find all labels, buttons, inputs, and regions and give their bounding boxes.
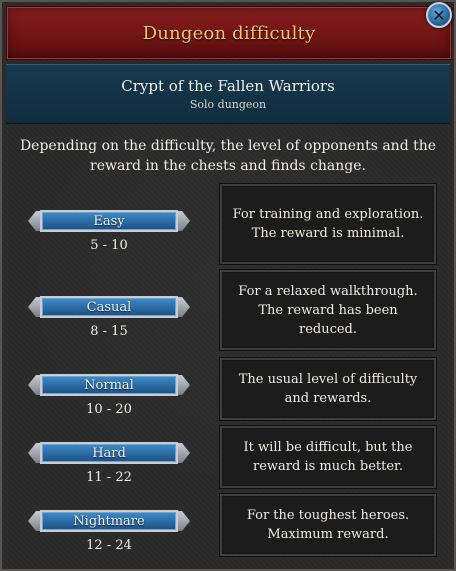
dungeon-difficulty-window: Dungeon difficulty ✕ Crypt of the Fallen…: [0, 0, 456, 571]
dungeon-header: Crypt of the Fallen Warriors Solo dungeo…: [6, 64, 450, 124]
difficulty-button-easy[interactable]: Easy: [28, 208, 190, 234]
difficulty-button-hard[interactable]: Hard: [28, 440, 190, 466]
level-range: 12 - 24: [86, 538, 132, 553]
difficulty-info-box: For training and exploration. The reward…: [220, 184, 436, 264]
difficulty-info-box: For the toughest heroes. Maximum reward.: [220, 494, 436, 556]
difficulty-button-label: Normal: [40, 374, 178, 396]
close-button[interactable]: ✕: [426, 2, 452, 28]
difficulty-button-normal[interactable]: Normal: [28, 372, 190, 398]
difficulty-button-label: Nightmare: [40, 510, 178, 532]
window-title: Dungeon difficulty: [142, 22, 316, 44]
difficulty-info-box: For a relaxed walkthrough. The reward ha…: [220, 270, 436, 350]
level-range: 5 - 10: [90, 238, 128, 253]
dungeon-name: Crypt of the Fallen Warriors: [121, 77, 335, 95]
title-bar: Dungeon difficulty: [6, 6, 452, 60]
difficulty-description: Depending on the difficulty, the level o…: [19, 138, 437, 174]
difficulty-info-box: The usual level of difficulty and reward…: [220, 358, 436, 420]
difficulty-button-casual[interactable]: Casual: [28, 294, 190, 320]
difficulty-button-nightmare[interactable]: Nightmare: [28, 508, 190, 534]
level-range: 10 - 20: [86, 402, 132, 417]
difficulty-button-label: Hard: [40, 442, 178, 464]
close-icon: ✕: [432, 5, 446, 25]
difficulty-button-label: Casual: [40, 296, 178, 318]
difficulty-button-label: Easy: [40, 210, 178, 232]
level-range: 11 - 22: [86, 470, 132, 485]
level-range: 8 - 15: [90, 324, 128, 339]
difficulty-info-box: It will be difficult, but the reward is …: [220, 426, 436, 488]
dungeon-type: Solo dungeon: [189, 98, 267, 111]
